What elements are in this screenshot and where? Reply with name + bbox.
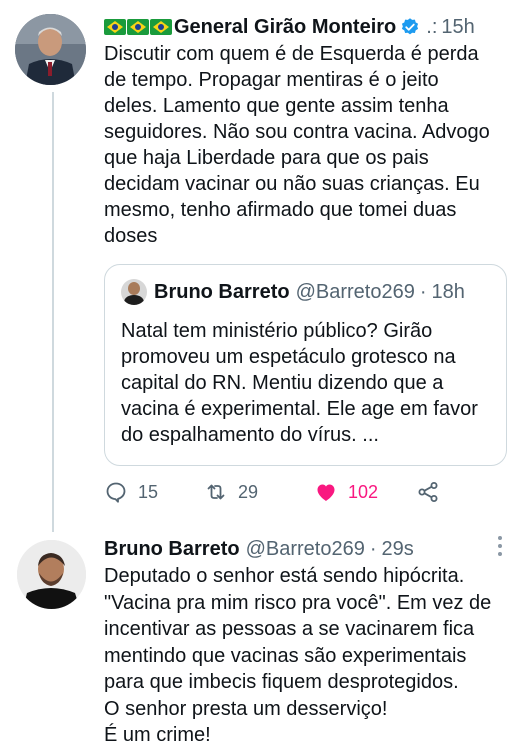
tweet-actions: 15 29 102	[104, 480, 504, 510]
timestamp[interactable]: 15h	[441, 16, 474, 39]
author-name[interactable]: General Girão Monteiro	[174, 16, 396, 39]
timestamp[interactable]: 29s	[382, 538, 414, 561]
quoted-tweet-text: Natal tem ministério público? Girão prom…	[121, 320, 478, 446]
timestamp-prefix: .:	[426, 15, 438, 38]
like-button[interactable]: 102	[314, 480, 378, 504]
reply-icon	[106, 482, 126, 503]
flag-brazil-icon	[127, 19, 149, 35]
flag-brazil-icons	[104, 19, 172, 35]
retweet-button[interactable]: 29	[204, 480, 258, 504]
retweet-count: 29	[238, 481, 259, 502]
avatar[interactable]	[17, 540, 86, 609]
avatar-photo-icon	[17, 540, 86, 609]
avatar	[121, 279, 147, 305]
separator-dot: ·	[419, 280, 427, 303]
quoted-timestamp: 18h	[431, 280, 465, 303]
reply-count: 15	[138, 481, 159, 502]
share-button[interactable]	[416, 480, 440, 504]
quoted-author-handle: @Barreto269	[295, 280, 415, 303]
verified-badge-icon	[402, 18, 419, 35]
avatar[interactable]	[15, 14, 86, 85]
reply-text: Deputado o senhor está sendo hipócrita. …	[104, 565, 492, 746]
tweet-text: Discutir com quem é de Esquerda é perda …	[104, 43, 490, 247]
quoted-tweet-header: Bruno Barreto @Barreto269 · 18h	[121, 279, 465, 305]
flag-brazil-icon	[104, 19, 126, 35]
author-name[interactable]: Bruno Barreto	[104, 538, 240, 561]
reply-button[interactable]: 15	[104, 480, 158, 504]
tweet-header: General Girão Monteiro .: 15h	[104, 12, 506, 42]
quoted-author-name: Bruno Barreto	[154, 280, 290, 303]
flag-brazil-icon	[150, 19, 172, 35]
author-handle[interactable]: @Barreto269	[246, 538, 365, 561]
avatar-photo-icon	[15, 14, 86, 85]
reply-header: Bruno Barreto @Barreto269 · 29s	[104, 534, 506, 564]
tweet[interactable]: General Girão Monteiro .: 15h Discutir c…	[0, 0, 516, 532]
separator-dot: ·	[369, 537, 377, 560]
like-icon	[317, 484, 335, 501]
like-count: 102	[348, 481, 379, 502]
retweet-icon	[207, 484, 225, 500]
quoted-tweet[interactable]: Bruno Barreto @Barreto269 · 18h Natal te…	[104, 264, 507, 466]
more-icon[interactable]	[498, 536, 502, 560]
thread-connector-line	[52, 92, 54, 532]
share-icon	[418, 482, 438, 502]
